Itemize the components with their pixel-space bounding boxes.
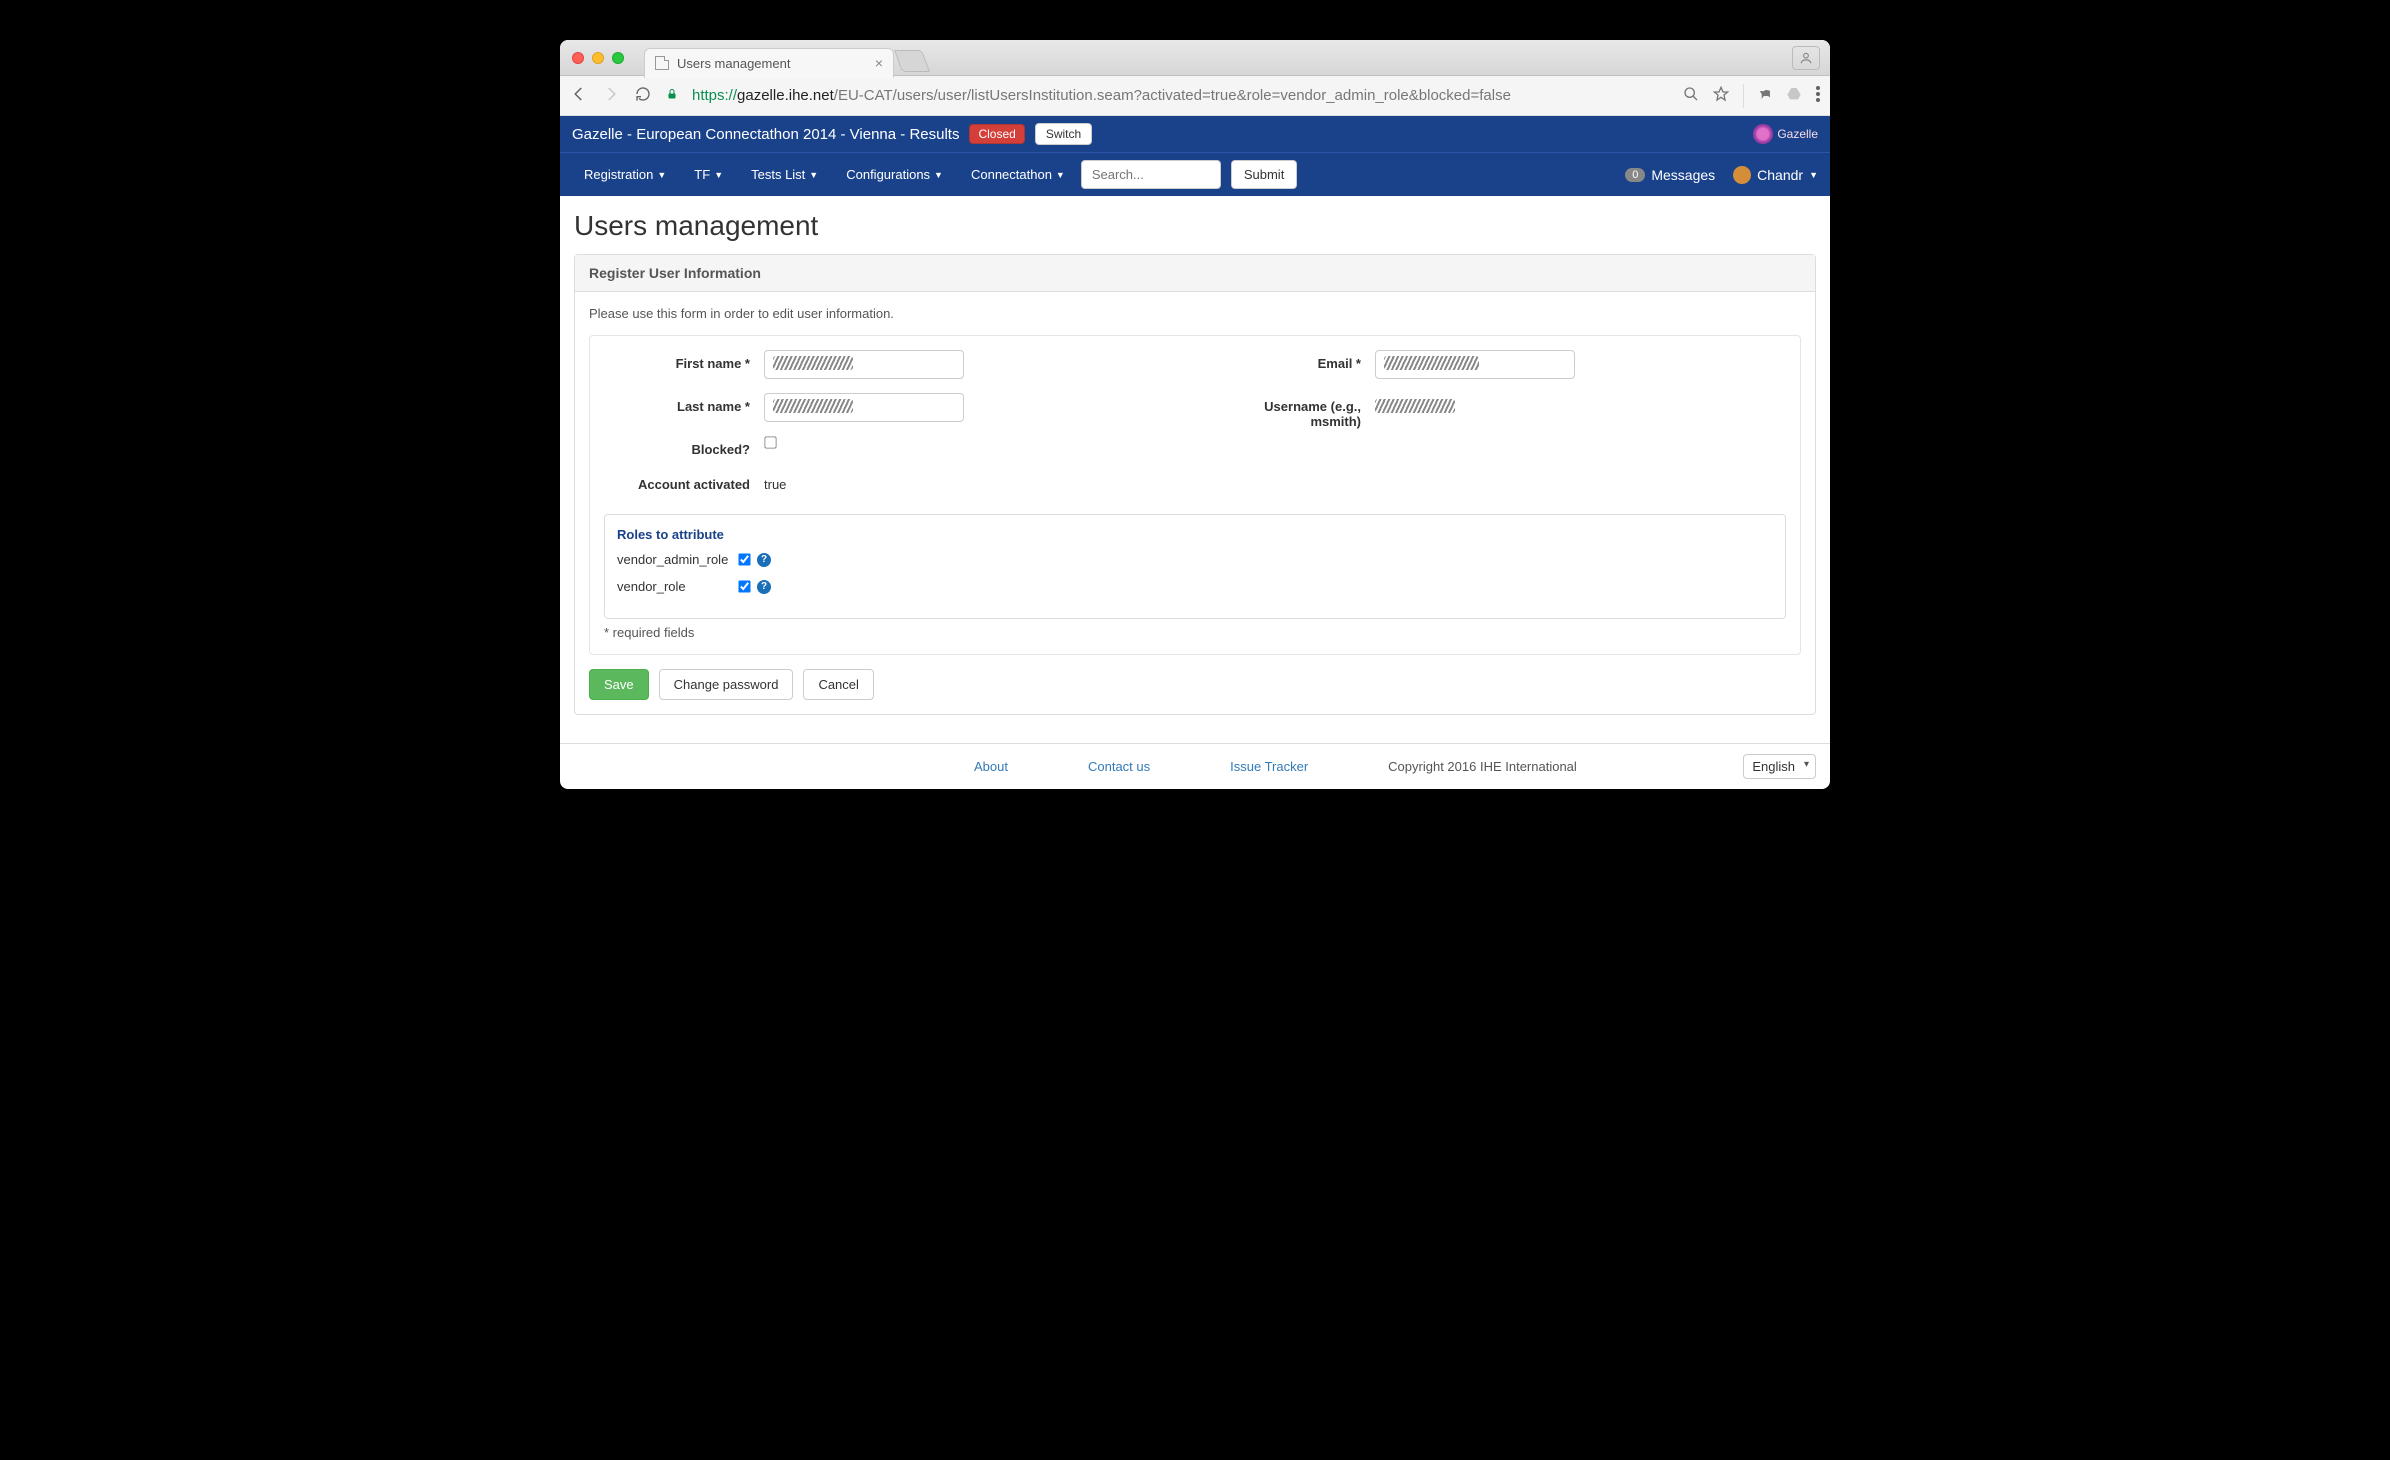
- tab-title: Users management: [677, 56, 790, 71]
- username-label: Username (e.g., msmith): [1215, 393, 1375, 429]
- field-email: Email *: [1215, 350, 1786, 379]
- drive-icon[interactable]: [1786, 86, 1802, 105]
- username-value: [1375, 393, 1455, 416]
- back-button[interactable]: [570, 85, 588, 106]
- nav-tf[interactable]: TF▼: [682, 159, 735, 190]
- browser-toolbar: https://gazelle.ihe.net/EU-CAT/users/use…: [560, 76, 1830, 116]
- nav-connectathon[interactable]: Connectathon▼: [959, 159, 1077, 190]
- first-name-input[interactable]: [764, 350, 964, 379]
- window-maximize-button[interactable]: [612, 52, 624, 64]
- switch-button[interactable]: Switch: [1035, 123, 1092, 145]
- lock-icon: [666, 87, 678, 104]
- email-input[interactable]: [1375, 350, 1575, 379]
- app-header: Gazelle - European Connectathon 2014 - V…: [560, 116, 1830, 152]
- save-button[interactable]: Save: [589, 669, 649, 700]
- redacted-value: [773, 399, 853, 413]
- last-name-label: Last name *: [604, 393, 764, 414]
- url-protocol: https://: [692, 87, 737, 104]
- separator: [1743, 84, 1744, 108]
- cancel-button[interactable]: Cancel: [803, 669, 873, 700]
- app-logo: Gazelle: [1753, 124, 1818, 144]
- forward-button[interactable]: [602, 85, 620, 106]
- footer-copyright: Copyright 2016 IHE International: [1388, 759, 1577, 774]
- footer-issue-link[interactable]: Issue Tracker: [1230, 759, 1308, 774]
- extension-pin-icon[interactable]: [1758, 87, 1772, 104]
- nav-messages[interactable]: 0 Messages: [1625, 167, 1715, 183]
- nav-submit-button[interactable]: Submit: [1231, 160, 1297, 189]
- window-minimize-button[interactable]: [592, 52, 604, 64]
- window-titlebar: Users management ×: [560, 40, 1830, 76]
- page-footer: About Contact us Issue Tracker Copyright…: [560, 743, 1830, 789]
- close-tab-icon[interactable]: ×: [875, 55, 883, 71]
- role-row-vendor: vendor_role ?: [617, 579, 1773, 594]
- username: Chandr: [1757, 167, 1803, 183]
- redacted-value: [773, 356, 853, 370]
- avatar-icon: [1733, 166, 1751, 184]
- required-note: * required fields: [604, 625, 1786, 640]
- nav-registration[interactable]: Registration▼: [572, 159, 678, 190]
- panel-heading: Register User Information: [575, 255, 1815, 292]
- field-blocked: Blocked?: [604, 436, 1175, 457]
- first-name-label: First name *: [604, 350, 764, 371]
- url-host: gazelle.ihe.net: [737, 87, 834, 104]
- address-bar[interactable]: https://gazelle.ihe.net/EU-CAT/users/use…: [692, 87, 1669, 104]
- redacted-value: [1375, 399, 1455, 413]
- role-vendor-admin-checkbox[interactable]: [738, 553, 750, 565]
- window-close-button[interactable]: [572, 52, 584, 64]
- field-last-name: Last name *: [604, 393, 1175, 422]
- blocked-label: Blocked?: [604, 436, 764, 457]
- roles-fieldset: Roles to attribute vendor_admin_role ? v…: [604, 514, 1786, 619]
- logo-text: Gazelle: [1777, 127, 1818, 141]
- status-badge: Closed: [969, 124, 1024, 144]
- page-title: Users management: [574, 210, 1816, 242]
- nav-search-input[interactable]: [1081, 160, 1221, 189]
- account-activated-value: true: [764, 471, 786, 492]
- role-name: vendor_admin_role: [617, 552, 732, 567]
- main-nav: Registration▼ TF▼ Tests List▼ Configurat…: [560, 152, 1830, 196]
- window-controls: [560, 52, 624, 64]
- role-name: vendor_role: [617, 579, 732, 594]
- account-activated-label: Account activated: [604, 471, 764, 492]
- browser-menu-icon[interactable]: [1816, 86, 1820, 105]
- blocked-checkbox[interactable]: [764, 436, 776, 448]
- change-password-button[interactable]: Change password: [659, 669, 794, 700]
- field-account-activated: Account activated true: [604, 471, 1175, 492]
- footer-about-link[interactable]: About: [974, 759, 1008, 774]
- page-content: Users management Register User Informati…: [560, 196, 1830, 743]
- logo-icon: [1753, 124, 1773, 144]
- footer-contact-link[interactable]: Contact us: [1088, 759, 1150, 774]
- last-name-input[interactable]: [764, 393, 964, 422]
- nav-configurations[interactable]: Configurations▼: [834, 159, 955, 190]
- register-user-panel: Register User Information Please use thi…: [574, 254, 1816, 715]
- nav-tests-list[interactable]: Tests List▼: [739, 159, 830, 190]
- messages-label: Messages: [1651, 167, 1715, 183]
- email-label: Email *: [1215, 350, 1375, 371]
- roles-legend: Roles to attribute: [617, 527, 1773, 542]
- zoom-icon[interactable]: [1683, 86, 1699, 105]
- nav-user-menu[interactable]: Chandr ▼: [1733, 166, 1818, 184]
- url-path: /EU-CAT/users/user/listUsersInstitution.…: [834, 87, 1511, 104]
- role-row-vendor-admin: vendor_admin_role ?: [617, 552, 1773, 567]
- field-first-name: First name *: [604, 350, 1175, 379]
- bookmark-star-icon[interactable]: [1713, 86, 1729, 105]
- app-title: Gazelle - European Connectathon 2014 - V…: [572, 126, 959, 143]
- page-icon: [655, 56, 669, 70]
- reload-button[interactable]: [634, 86, 652, 105]
- browser-window: Users management × https://gazelle.ihe.n…: [560, 40, 1830, 789]
- new-tab-button[interactable]: [894, 50, 930, 72]
- language-select[interactable]: English: [1743, 754, 1816, 779]
- browser-tab[interactable]: Users management ×: [644, 48, 894, 78]
- help-text: Please use this form in order to edit us…: [589, 306, 1801, 321]
- browser-profile-button[interactable]: [1792, 46, 1820, 70]
- field-username: Username (e.g., msmith): [1215, 393, 1786, 429]
- role-vendor-checkbox[interactable]: [738, 580, 750, 592]
- help-icon[interactable]: ?: [757, 580, 771, 594]
- messages-count-badge: 0: [1625, 168, 1645, 182]
- help-icon[interactable]: ?: [757, 553, 771, 567]
- redacted-value: [1384, 356, 1479, 370]
